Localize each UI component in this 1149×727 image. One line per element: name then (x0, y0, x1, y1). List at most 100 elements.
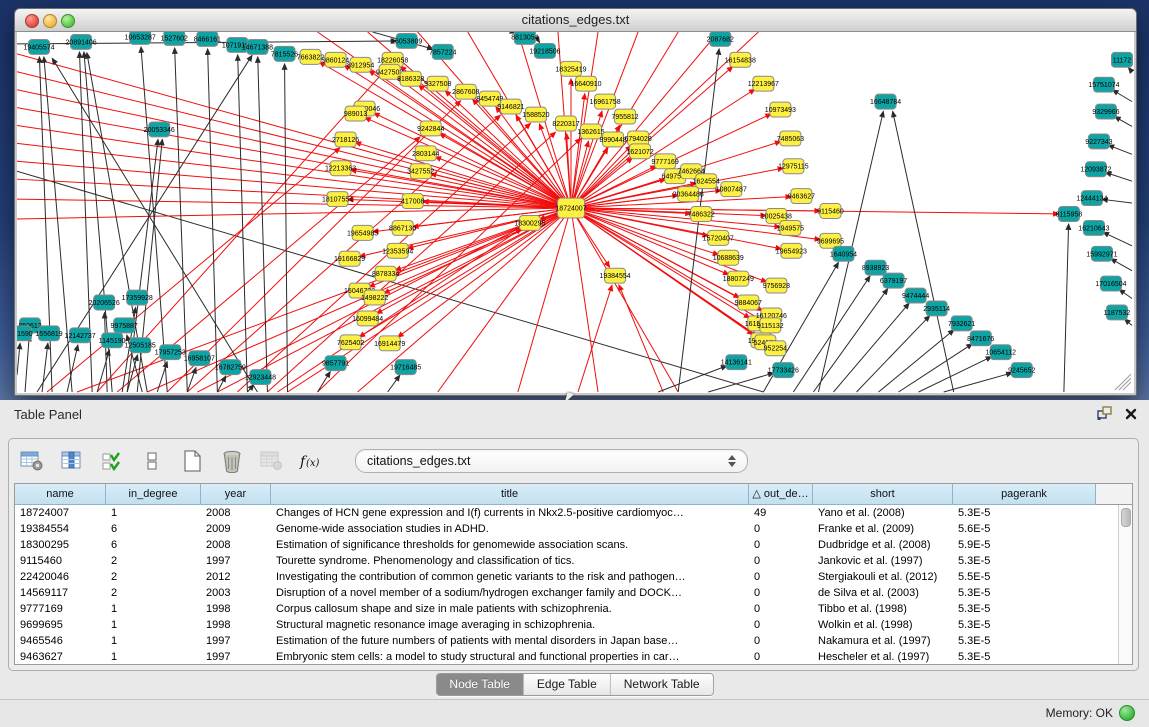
cell-year[interactable]: 1997 (201, 553, 271, 569)
column-header-pagerank[interactable]: pagerank (953, 484, 1096, 505)
cell-year[interactable]: 1998 (201, 617, 271, 633)
cell-title[interactable]: Investigating the contribution of common… (271, 569, 749, 585)
cell-name[interactable]: 9115460 (15, 553, 106, 569)
cell-in_degree[interactable]: 2 (106, 585, 201, 601)
cell-short[interactable]: Dudbridge et al. (2008) (813, 537, 953, 553)
cell-name[interactable]: 9699695 (15, 617, 106, 633)
cell-out_de[interactable]: 0 (749, 649, 813, 665)
cell-out_de[interactable]: 0 (749, 537, 813, 553)
cell-name[interactable]: 9463627 (15, 649, 106, 665)
graph-nodes[interactable]: 1872400718300295766382298601248912954182… (17, 32, 1132, 385)
cell-pagerank[interactable]: 5.6E-5 (953, 521, 1096, 537)
column-header-short[interactable]: short (813, 484, 953, 505)
cell-year[interactable]: 2003 (201, 585, 271, 601)
column-header-out_de[interactable]: △ out_de… (749, 484, 813, 505)
cell-name[interactable]: 22420046 (15, 569, 106, 585)
cell-in_degree[interactable]: 1 (106, 617, 201, 633)
table-row[interactable]: 1830029562008Estimation of significance … (15, 537, 1132, 553)
cell-pagerank[interactable]: 5.3E-5 (953, 601, 1096, 617)
cell-name[interactable]: 9777169 (15, 601, 106, 617)
cell-short[interactable]: Jankovic et al. (1997) (813, 553, 953, 569)
cell-in_degree[interactable]: 1 (106, 633, 201, 649)
cell-short[interactable]: Stergiakouli et al. (2012) (813, 569, 953, 585)
stacked-rows-icon[interactable] (139, 449, 165, 473)
table-row[interactable]: 946362711997Embryonic stem cells: a mode… (15, 649, 1132, 665)
cell-pagerank[interactable]: 5.3E-5 (953, 633, 1096, 649)
tab-node-table[interactable]: Node Table (436, 674, 524, 695)
vertical-scrollbar[interactable] (1118, 505, 1132, 664)
table-row[interactable]: 977716911998Corpus callosum shape and si… (15, 601, 1132, 617)
cell-out_de[interactable]: 0 (749, 569, 813, 585)
cell-out_de[interactable]: 0 (749, 601, 813, 617)
cell-pagerank[interactable]: 5.3E-5 (953, 505, 1096, 521)
table-row[interactable]: 911546021997Tourette syndrome. Phenomeno… (15, 553, 1132, 569)
cell-in_degree[interactable]: 1 (106, 505, 201, 521)
cell-pagerank[interactable]: 5.3E-5 (953, 553, 1096, 569)
cell-short[interactable]: Franke et al. (2009) (813, 521, 953, 537)
network-window[interactable]: citations_edges.txt 18724007183002957663… (14, 8, 1137, 396)
cell-pagerank[interactable]: 5.3E-5 (953, 617, 1096, 633)
network-view-canvas[interactable]: 1872400718300295766382298601248912954182… (17, 32, 1134, 393)
cell-year[interactable]: 2008 (201, 537, 271, 553)
table-row[interactable]: 946554611997Estimation of the future num… (15, 633, 1132, 649)
scrollbar-thumb[interactable] (1121, 508, 1131, 527)
cell-pagerank[interactable]: 5.9E-5 (953, 537, 1096, 553)
cell-pagerank[interactable]: 5.5E-5 (953, 569, 1096, 585)
cell-title[interactable]: Genome-wide association studies in ADHD. (271, 521, 749, 537)
table-settings-icon[interactable] (19, 449, 45, 473)
cell-pagerank[interactable]: 5.3E-5 (953, 649, 1096, 665)
cell-title[interactable]: Embryonic stem cells: a model to study s… (271, 649, 749, 665)
cell-in_degree[interactable]: 6 (106, 537, 201, 553)
cell-title[interactable]: Disruption of a novel member of a sodium… (271, 585, 749, 601)
cell-in_degree[interactable]: 1 (106, 649, 201, 665)
tab-network-table[interactable]: Network Table (611, 674, 713, 695)
cell-title[interactable]: Changes of HCN gene expression and I(f) … (271, 505, 749, 521)
table-row[interactable]: 969969511998Structural magnetic resonanc… (15, 617, 1132, 633)
cell-out_de[interactable]: 0 (749, 553, 813, 569)
cell-name[interactable]: 9465546 (15, 633, 106, 649)
cell-name[interactable]: 18724007 (15, 505, 106, 521)
network-window-titlebar[interactable]: citations_edges.txt (15, 9, 1136, 32)
cell-name[interactable]: 19384554 (15, 521, 106, 537)
tab-edge-table[interactable]: Edge Table (524, 674, 611, 695)
cell-in_degree[interactable]: 1 (106, 601, 201, 617)
cell-out_de[interactable]: 0 (749, 585, 813, 601)
cell-name[interactable]: 18300295 (15, 537, 106, 553)
cell-in_degree[interactable]: 2 (106, 569, 201, 585)
cell-year[interactable]: 1997 (201, 633, 271, 649)
cell-title[interactable]: Corpus callosum shape and size in male p… (271, 601, 749, 617)
function-builder-icon[interactable]: f(x) (299, 449, 325, 473)
cell-name[interactable]: 14569117 (15, 585, 106, 601)
cell-year[interactable]: 2012 (201, 569, 271, 585)
table-selector-dropdown[interactable]: citations_edges.txt (355, 449, 748, 473)
cell-out_de[interactable]: 0 (749, 521, 813, 537)
cell-in_degree[interactable]: 2 (106, 553, 201, 569)
cell-out_de[interactable]: 0 (749, 617, 813, 633)
cell-title[interactable]: Estimation of significance thresholds fo… (271, 537, 749, 553)
cell-short[interactable]: de Silva et al. (2003) (813, 585, 953, 601)
cell-year[interactable]: 2009 (201, 521, 271, 537)
cell-year[interactable]: 2008 (201, 505, 271, 521)
cell-short[interactable]: Wolkin et al. (1998) (813, 617, 953, 633)
cell-short[interactable]: Hescheler et al. (1997) (813, 649, 953, 665)
column-header-year[interactable]: year (201, 484, 271, 505)
cell-year[interactable]: 1997 (201, 649, 271, 665)
cell-short[interactable]: Nakamura et al. (1997) (813, 633, 953, 649)
column-header-in_degree[interactable]: in_degree (106, 484, 201, 505)
cell-title[interactable]: Estimation of the future numbers of pati… (271, 633, 749, 649)
close-panel-icon[interactable] (1125, 407, 1137, 425)
cell-short[interactable]: Tibbo et al. (1998) (813, 601, 953, 617)
cell-year[interactable]: 1998 (201, 601, 271, 617)
table-row[interactable]: 2242004622012Investigating the contribut… (15, 569, 1132, 585)
cell-pagerank[interactable]: 5.3E-5 (953, 585, 1096, 601)
new-table-icon[interactable] (179, 449, 205, 473)
cell-title[interactable]: Structural magnetic resonance image aver… (271, 617, 749, 633)
cell-short[interactable]: Yano et al. (2008) (813, 505, 953, 521)
delete-table-icon[interactable] (219, 449, 245, 473)
cell-out_de[interactable]: 0 (749, 633, 813, 649)
select-columns-icon[interactable] (59, 449, 85, 473)
row-selection-icon[interactable] (99, 449, 125, 473)
network-graph[interactable]: 1872400718300295766382298601248912954182… (17, 32, 1134, 393)
cell-title[interactable]: Tourette syndrome. Phenomenology and cla… (271, 553, 749, 569)
float-panel-icon[interactable] (1097, 406, 1113, 425)
